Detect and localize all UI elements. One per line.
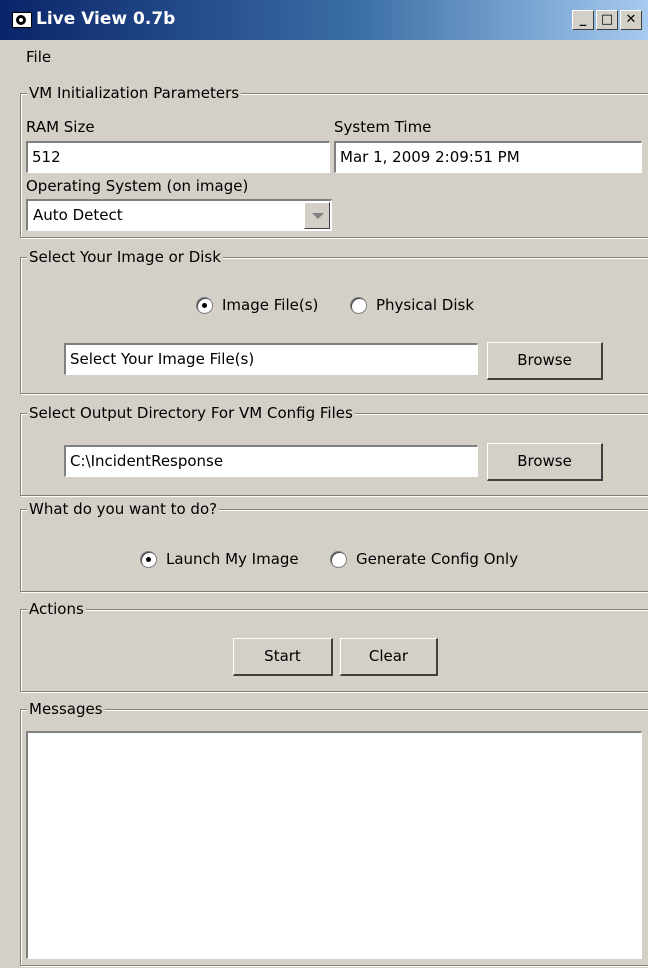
task-group: What do you want to do?: [20, 500, 648, 592]
os-label: Operating System (on image): [26, 177, 249, 195]
app-eye-icon: [12, 12, 32, 28]
output-browse-button[interactable]: Browse: [487, 443, 603, 481]
output-dir-legend: Select Output Directory For VM Config Fi…: [27, 404, 355, 422]
image-select-legend: Select Your Image or Disk: [27, 248, 223, 266]
radio-unchecked-icon: [330, 551, 347, 568]
os-select[interactable]: Auto Detect: [26, 199, 332, 231]
ram-size-input[interactable]: 512: [26, 141, 330, 173]
start-button[interactable]: Start: [233, 638, 333, 676]
radio-image-files-label: Image File(s): [222, 296, 319, 314]
radio-checked-icon: [196, 297, 213, 314]
clear-button[interactable]: Clear: [340, 638, 438, 676]
close-button[interactable]: ✕: [620, 10, 642, 30]
radio-unchecked-icon: [350, 297, 367, 314]
vm-params-legend: VM Initialization Parameters: [27, 84, 242, 102]
title-bar: Live View 0.7b _ □ ✕: [0, 0, 648, 40]
minimize-button[interactable]: _: [572, 10, 594, 30]
ram-size-label: RAM Size: [26, 118, 95, 136]
system-time-label: System Time: [334, 118, 432, 136]
live-view-window: Live View 0.7b _ □ ✕ File VM Initializat…: [0, 0, 648, 968]
task-legend: What do you want to do?: [27, 500, 220, 518]
maximize-button[interactable]: □: [596, 10, 618, 30]
menu-file[interactable]: File: [26, 48, 51, 66]
window-title: Live View 0.7b: [36, 9, 176, 29]
output-dir-input[interactable]: C:\IncidentResponse: [64, 445, 478, 477]
image-path-input[interactable]: Select Your Image File(s): [64, 343, 478, 375]
os-select-value: Auto Detect: [33, 206, 123, 224]
menu-bar: File: [0, 42, 648, 72]
actions-group: Actions: [20, 600, 648, 692]
chevron-down-icon[interactable]: [304, 202, 330, 229]
radio-physical-disk-label: Physical Disk: [376, 296, 475, 314]
menu-file-label: File: [26, 48, 52, 66]
image-browse-button[interactable]: Browse: [487, 342, 603, 380]
system-time-input[interactable]: Mar 1, 2009 2:09:51 PM: [334, 141, 642, 173]
radio-generate-config-label: Generate Config Only: [356, 550, 519, 568]
radio-checked-icon: [140, 551, 157, 568]
actions-legend: Actions: [27, 600, 86, 618]
messages-legend: Messages: [27, 700, 105, 718]
messages-textarea[interactable]: [26, 731, 642, 959]
radio-launch-image-label: Launch My Image: [166, 550, 299, 568]
